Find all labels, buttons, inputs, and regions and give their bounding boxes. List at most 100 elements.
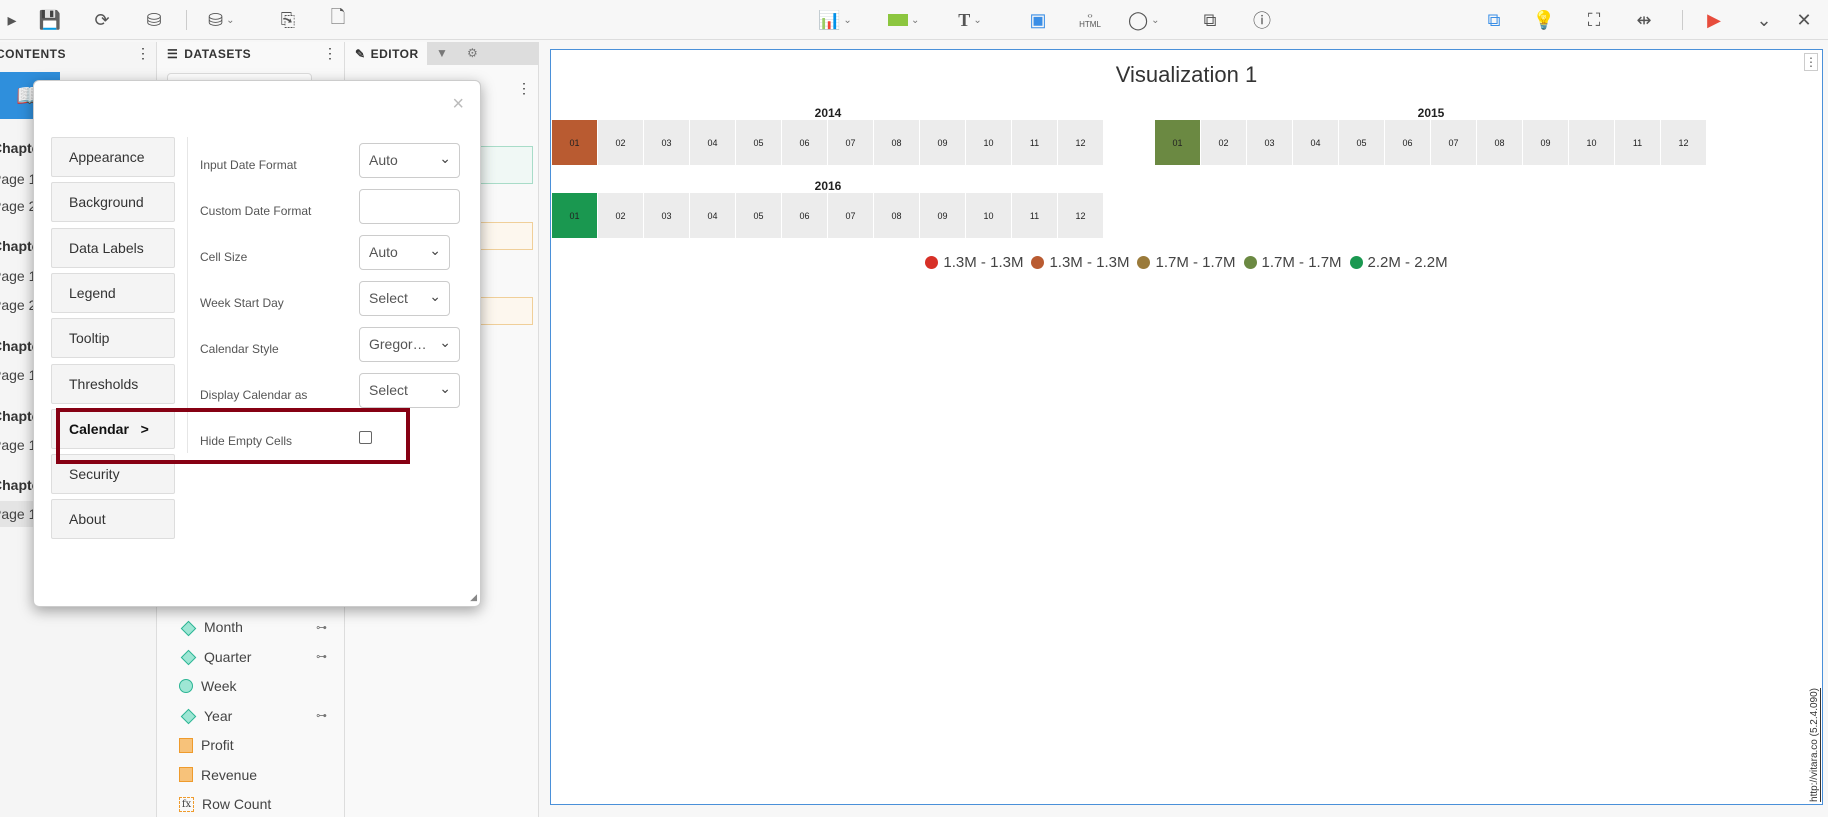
calendar-cell[interactable]: 02 (598, 193, 643, 238)
custom-date-format-input[interactable] (359, 189, 460, 224)
calendar-cell[interactable]: 10 (1569, 120, 1614, 165)
text-icon[interactable]: T ⌄ (958, 8, 982, 32)
calendar-cell[interactable]: 01 (552, 193, 597, 238)
forward-icon[interactable]: ▸ (0, 8, 24, 32)
link-icon[interactable]: ⊶ (316, 709, 327, 722)
insights-icon[interactable]: 💡 (1532, 8, 1556, 32)
setting-select[interactable]: Auto ⌄ (359, 143, 460, 178)
filter-control-icon[interactable]: ⌄ (888, 8, 919, 32)
dimension-drop-zone[interactable] (475, 146, 533, 184)
legend-item[interactable]: 2.2M - 2.2M (1349, 254, 1448, 271)
dataset-field[interactable]: Profit (179, 732, 339, 758)
close-icon[interactable]: × (452, 93, 464, 116)
refresh-icon[interactable]: ⟳ (90, 8, 114, 32)
calendar-cell[interactable]: 07 (828, 120, 873, 165)
legend-item[interactable]: 1.3M - 1.3M (925, 254, 1023, 271)
legend-item[interactable]: 1.3M - 1.3M (1031, 254, 1129, 271)
calendar-cell[interactable]: 07 (828, 193, 873, 238)
calendar-cell[interactable]: 01 (552, 120, 597, 165)
calendar-cell[interactable]: 04 (690, 193, 735, 238)
collapse-icon[interactable]: ⌄ (1752, 8, 1776, 32)
database-pause-icon[interactable]: ⛁ (142, 8, 166, 32)
add-chart-icon[interactable]: 📊 ⌄ (818, 8, 852, 32)
present-icon[interactable]: ▶ (1702, 8, 1726, 32)
contents-menu-icon[interactable]: ⋮ (136, 45, 150, 62)
layers-icon[interactable]: ⧉ (1482, 8, 1506, 32)
tab-editor[interactable]: ✎ EDITOR (355, 42, 419, 65)
dataset-field[interactable]: fx Row Count (179, 791, 339, 817)
split-icon[interactable]: ⇹ (1632, 8, 1656, 32)
resize-handle-icon[interactable]: ◢ (470, 592, 477, 603)
dataset-field[interactable]: Month ⊶ (179, 614, 339, 640)
visualization-frame[interactable]: Visualization 1 ⋮ 2014 01 02 03 04 05 06 07 08 09… (550, 49, 1823, 805)
calendar-cell[interactable]: 03 (644, 120, 689, 165)
visualization-menu-icon[interactable]: ⋮ (1804, 53, 1818, 71)
calendar-cell[interactable]: 01 (1155, 120, 1200, 165)
settings-tab-icon[interactable]: ⚙ (457, 42, 539, 65)
link-icon[interactable]: ⊶ (316, 621, 327, 634)
menu-about[interactable]: About (51, 499, 175, 540)
fit-icon[interactable]: ⛶ (1582, 8, 1606, 32)
image-icon[interactable]: ▣ (1026, 8, 1050, 32)
calendar-cell[interactable]: 04 (690, 120, 735, 165)
setting-select[interactable]: Select ⌄ (359, 281, 450, 316)
info-icon[interactable]: ⓘ (1250, 8, 1274, 32)
calendar-cell[interactable]: 03 (644, 193, 689, 238)
calendar-cell[interactable]: 02 (1201, 120, 1246, 165)
menu-background[interactable]: Background (51, 182, 175, 223)
calendar-cell[interactable]: 08 (1477, 120, 1522, 165)
legend-item[interactable]: 1.7M - 1.7M (1137, 254, 1236, 271)
calendar-cell[interactable]: 09 (1523, 120, 1568, 165)
calendar-cell[interactable]: 12 (1058, 120, 1103, 165)
credit-link[interactable]: http://vitara.co (5.2.4.090) (1809, 688, 1820, 802)
dataset-field[interactable]: Quarter ⊶ (179, 644, 339, 670)
calendar-cell[interactable]: 06 (1385, 120, 1430, 165)
measure-drop-zone-2[interactable] (475, 297, 533, 325)
menu-thresholds[interactable]: Thresholds (51, 363, 175, 404)
calendar-cell[interactable]: 02 (598, 120, 643, 165)
duplicate-icon[interactable]: ⧉ (1198, 8, 1222, 32)
dataset-field[interactable]: Revenue (179, 762, 339, 788)
new-file-icon[interactable]: 🗋 (326, 7, 350, 32)
calendar-cell[interactable]: 04 (1293, 120, 1338, 165)
calendar-cell[interactable]: 08 (874, 120, 919, 165)
calendar-cell[interactable]: 12 (1058, 193, 1103, 238)
copy-add-icon[interactable]: ⎘ (276, 8, 300, 32)
calendar-cell[interactable]: 05 (736, 120, 781, 165)
calendar-cell[interactable]: 03 (1247, 120, 1292, 165)
setting-select[interactable]: Select ⌄ (359, 373, 460, 408)
link-icon[interactable]: ⊶ (316, 650, 327, 663)
menu-tooltip[interactable]: Tooltip (51, 318, 175, 359)
calendar-cell[interactable]: 07 (1431, 120, 1476, 165)
calendar-cell[interactable]: 10 (966, 193, 1011, 238)
dataset-field[interactable]: Week (179, 673, 339, 699)
calendar-cell[interactable]: 11 (1615, 120, 1660, 165)
filter-tab-icon[interactable]: ▼ (427, 42, 457, 65)
calendar-cell[interactable]: 08 (874, 193, 919, 238)
dataset-field[interactable]: Year ⊶ (179, 703, 339, 729)
calendar-cell[interactable]: 05 (1339, 120, 1384, 165)
setting-select[interactable]: Gregor… ⌄ (359, 327, 460, 362)
menu-appearance[interactable]: Appearance (51, 137, 175, 177)
close-icon[interactable]: ✕ (1792, 8, 1816, 32)
setting-select[interactable]: Auto ⌄ (359, 235, 450, 270)
save-icon[interactable]: 💾 (38, 8, 62, 32)
menu-datalabels[interactable]: Data Labels (51, 227, 175, 268)
editor-menu-icon[interactable]: ⋮ (517, 80, 531, 97)
calendar-cell[interactable]: 05 (736, 193, 781, 238)
menu-legend[interactable]: Legend (51, 272, 175, 313)
calendar-cell[interactable]: 11 (1012, 120, 1057, 165)
calendar-cell[interactable]: 09 (920, 120, 965, 165)
datasets-menu-icon[interactable]: ⋮ (323, 45, 337, 62)
shapes-icon[interactable]: ◯ ⌄ (1128, 8, 1160, 32)
measure-drop-zone[interactable] (475, 222, 533, 250)
calendar-cell[interactable]: 11 (1012, 193, 1057, 238)
calendar-cell[interactable]: 09 (920, 193, 965, 238)
calendar-cell[interactable]: 12 (1661, 120, 1706, 165)
legend-item[interactable]: 1.7M - 1.7M (1243, 254, 1342, 271)
add-dataset-icon[interactable]: ⛁ ⌄ (208, 8, 234, 32)
calendar-cell[interactable]: 06 (782, 120, 827, 165)
calendar-cell[interactable]: 06 (782, 193, 827, 238)
html-icon[interactable]: ‹› HTML (1078, 8, 1102, 32)
calendar-cell[interactable]: 10 (966, 120, 1011, 165)
